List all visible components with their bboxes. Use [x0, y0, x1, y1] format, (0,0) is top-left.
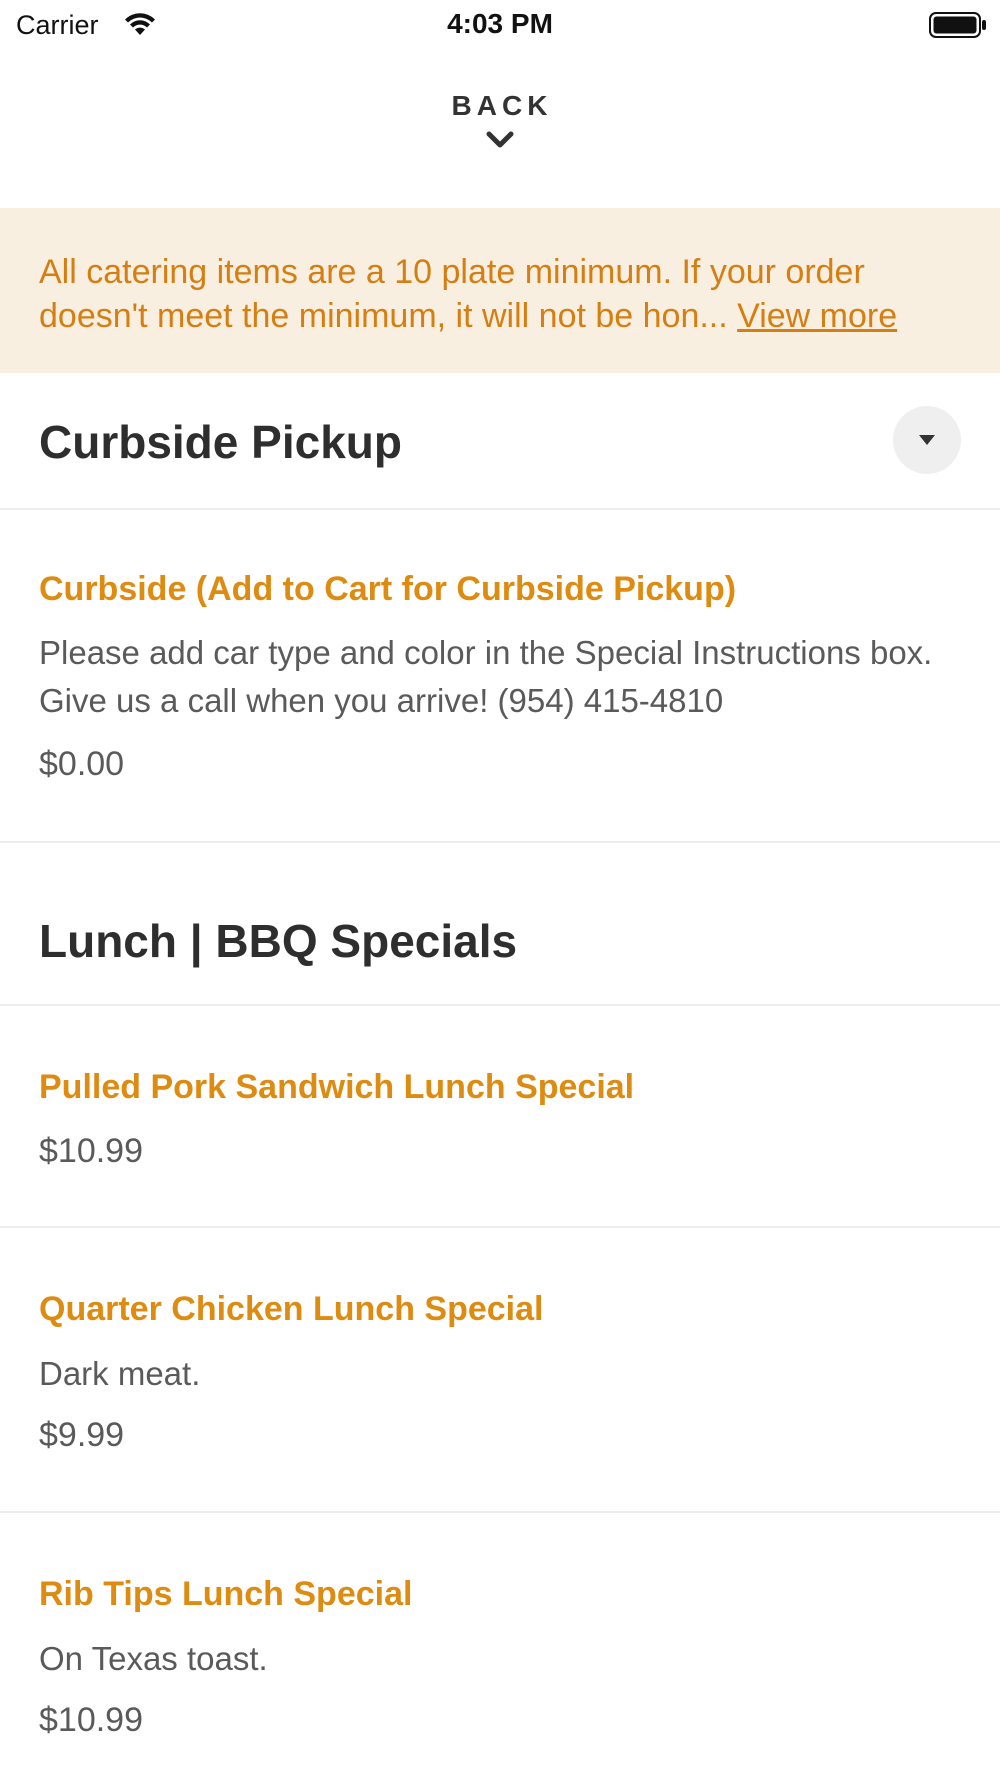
collapse-section-button[interactable]	[893, 406, 961, 474]
menu-item-rib-tips[interactable]: Rib Tips Lunch Special On Texas toast. $…	[0, 1513, 1000, 1778]
item-name: Quarter Chicken Lunch Special	[39, 1290, 544, 1328]
back-label: BACK	[451, 90, 553, 121]
menu-item-pulled-pork-sandwich[interactable]: Pulled Pork Sandwich Lunch Special $10.9…	[0, 1006, 1000, 1228]
caret-down-icon	[919, 435, 935, 445]
section-header-lunch-bbq-specials: Lunch | BBQ Specials	[0, 843, 1000, 1006]
battery-icon	[929, 12, 986, 38]
item-price: $0.00	[39, 745, 125, 783]
chevron-down-icon	[486, 131, 514, 148]
item-description: On Texas toast.	[39, 1640, 268, 1677]
section-title: Curbside Pickup	[39, 416, 402, 468]
item-name: Rib Tips Lunch Special	[39, 1575, 413, 1613]
item-price: $10.99	[39, 1701, 143, 1739]
item-description: Dark meat.	[39, 1355, 201, 1392]
back-button[interactable]: BACK	[0, 90, 1000, 180]
item-description: Please add car type and color in the Spe…	[39, 634, 933, 719]
item-price: $10.99	[39, 1132, 143, 1170]
item-name: Pulled Pork Sandwich Lunch Special	[39, 1068, 635, 1106]
view-more-link[interactable]: View more	[737, 297, 897, 335]
item-name: Curbside (Add to Cart for Curbside Picku…	[39, 570, 737, 608]
menu-item-quarter-chicken[interactable]: Quarter Chicken Lunch Special Dark meat.…	[0, 1228, 1000, 1513]
section-title: Lunch | BBQ Specials	[39, 915, 518, 967]
status-bar: Carrier 4:03 PM	[0, 0, 1000, 50]
status-time: 4:03 PM	[447, 8, 553, 39]
item-price: $9.99	[39, 1416, 125, 1454]
section-header-curbside-pickup: Curbside Pickup	[0, 373, 1000, 510]
catering-notice: All catering items are a 10 plate minimu…	[0, 208, 1000, 373]
menu-item-curbside[interactable]: Curbside (Add to Cart for Curbside Picku…	[0, 510, 1000, 843]
